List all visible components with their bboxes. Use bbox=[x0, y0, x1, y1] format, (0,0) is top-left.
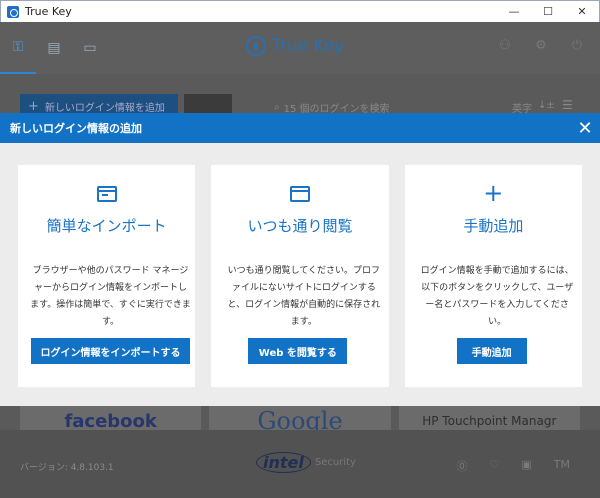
import-card-title: 簡単なインポート bbox=[46, 217, 167, 235]
import-logins-button[interactable]: ログイン情報をインポートする bbox=[31, 338, 190, 364]
manual-card: + 手動追加 ログイン情報を手動で追加するには、以下のボタンをクリックして、ユー… bbox=[404, 165, 582, 387]
add-login-label: 新しいログイン情報を追加 bbox=[44, 102, 165, 114]
manual-add-button[interactable]: 手動追加 bbox=[456, 338, 527, 364]
manual-card-description: ログイン情報を手動で追加するには、以下のボタンをクリックして、ユーザー名とパスワ… bbox=[420, 266, 574, 327]
plus-icon: + bbox=[483, 179, 504, 207]
heart-icon[interactable]: ♡ bbox=[490, 458, 500, 474]
browser-window-icon bbox=[289, 186, 310, 202]
footer-icons: ⓪ ♡ ▣ TM bbox=[457, 458, 571, 474]
facebook-logo: facebook bbox=[64, 410, 157, 432]
true-key-logo-icon bbox=[246, 36, 266, 56]
list-view-icon[interactable]: ☰ bbox=[562, 98, 573, 112]
manual-card-title: 手動追加 bbox=[463, 217, 524, 235]
modal-title: 新しいログイン情報の追加 bbox=[10, 122, 142, 135]
minimize-button[interactable]: — bbox=[497, 1, 531, 23]
version-label: バージョン: 4.8.103.1 bbox=[20, 463, 114, 473]
browse-web-button[interactable]: Web を閲覧する bbox=[248, 338, 348, 364]
search-icon: ⌕ bbox=[274, 102, 280, 113]
modal-header: 新しいログイン情報の追加 ✕ bbox=[0, 113, 600, 143]
notes-icon[interactable]: ▤ bbox=[36, 22, 72, 74]
window-title: True Key bbox=[25, 5, 72, 18]
brand-name: True Key bbox=[272, 36, 345, 56]
intel-security-logo: intel Security bbox=[256, 452, 356, 473]
window-close-button[interactable]: ✕ bbox=[565, 1, 599, 23]
browse-card-title: いつも通り閲覧 bbox=[247, 217, 353, 235]
import-card-description: ブラウザーや他のパスワード マネージャーからログイン情報をインポートします。操作… bbox=[30, 266, 191, 327]
key-icon[interactable]: ⚿ bbox=[0, 22, 36, 74]
power-icon[interactable]: ⏻ bbox=[568, 38, 586, 53]
device-icon[interactable]: ▣ bbox=[521, 458, 531, 474]
true-key-app-icon bbox=[7, 5, 19, 18]
import-card: 簡単なインポート ブラウザーや他のパスワード マネージャーからログイン情報をイン… bbox=[18, 165, 196, 387]
import-window-icon bbox=[96, 186, 117, 202]
app-header: ⚿ ▤ ▭ True Key ⚇ ⚙ ⏻ bbox=[0, 22, 600, 74]
brand-logo: True Key bbox=[246, 36, 344, 56]
intel-logo: intel bbox=[256, 452, 311, 473]
trademark-label: TM bbox=[553, 458, 570, 471]
security-label: Security bbox=[314, 457, 356, 468]
maximize-button[interactable]: ☐ bbox=[531, 1, 565, 23]
window-titlebar: True Key — ☐ ✕ bbox=[0, 0, 600, 22]
hp-touchpoint-label: HP Touchpoint Managr bbox=[422, 414, 557, 428]
gear-icon[interactable]: ⚙ bbox=[532, 38, 550, 53]
wallet-icon[interactable]: ▭ bbox=[72, 22, 108, 74]
profile-icon[interactable]: ⚇ bbox=[496, 38, 514, 53]
header-actions: ⚇ ⚙ ⏻ bbox=[496, 38, 586, 53]
window-controls: — ☐ ✕ bbox=[497, 1, 599, 23]
browse-card: いつも通り閲覧 いつも通り閲覧してください。プロファイルにないサイトにログインす… bbox=[211, 165, 389, 387]
browse-card-description: いつも通り閲覧してください。プロファイルにないサイトにログインすると、ログイン情… bbox=[227, 266, 381, 327]
info-icon[interactable]: ⓪ bbox=[457, 458, 468, 474]
modal-close-icon[interactable]: ✕ bbox=[570, 113, 600, 143]
app-footer: バージョン: 4.8.103.1 intel Security ⓪ ♡ ▣ TM bbox=[0, 430, 600, 498]
plus-icon: + bbox=[28, 98, 39, 114]
option-cards: 簡単なインポート ブラウザーや他のパスワード マネージャーからログイン情報をイン… bbox=[18, 165, 582, 387]
add-login-modal: 新しいログイン情報の追加 ✕ 簡単なインポート ブラウザーや他のパスワード マネ… bbox=[0, 113, 600, 406]
